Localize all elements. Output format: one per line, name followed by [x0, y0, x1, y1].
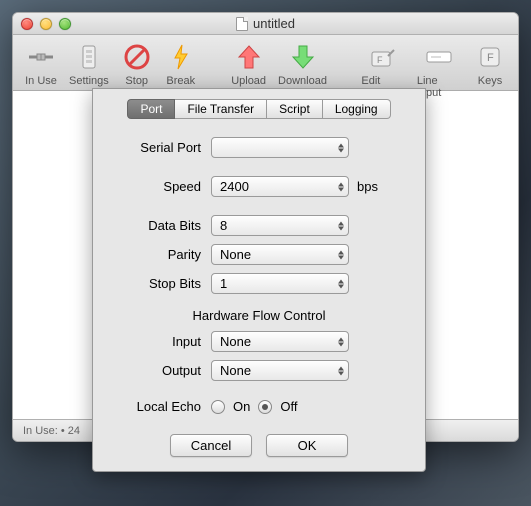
traffic-lights: [21, 18, 71, 30]
stop-bits-label: Stop Bits: [111, 276, 211, 291]
toolbar-download[interactable]: Download: [272, 39, 333, 89]
input-value: None: [220, 334, 251, 349]
tab-script[interactable]: Script: [267, 99, 323, 119]
toolbar-label: Keys: [478, 75, 502, 87]
settings-sheet: Port File Transfer Script Logging Serial…: [92, 88, 426, 472]
document-icon: [236, 17, 248, 31]
stop-bits-popup[interactable]: 1: [211, 273, 349, 294]
speed-value: 2400: [220, 179, 249, 194]
local-echo-off-radio[interactable]: [258, 400, 272, 414]
chevron-updown-icon: [338, 279, 344, 288]
tab-logging[interactable]: Logging: [323, 99, 391, 119]
output-label: Output: [111, 363, 211, 378]
tab-port[interactable]: Port: [127, 99, 175, 119]
toolbar-keys[interactable]: F Keys: [468, 39, 512, 89]
chevron-updown-icon: [338, 337, 344, 346]
data-bits-label: Data Bits: [111, 218, 211, 233]
line-input-icon: [423, 41, 455, 73]
chevron-updown-icon: [338, 182, 344, 191]
output-popup[interactable]: None: [211, 360, 349, 381]
stop-bits-value: 1: [220, 276, 227, 291]
download-icon: [287, 41, 319, 73]
input-label: Input: [111, 334, 211, 349]
window-title: untitled: [13, 16, 518, 31]
port-form: Serial Port Speed 2400 bps Data Bits: [93, 137, 425, 414]
chevron-updown-icon: [338, 221, 344, 230]
ok-button[interactable]: OK: [266, 434, 348, 457]
zoom-icon[interactable]: [59, 18, 71, 30]
output-value: None: [220, 363, 251, 378]
parity-value: None: [220, 247, 251, 262]
button-bar: Cancel OK: [93, 434, 425, 457]
toolbar-in-use[interactable]: In Use: [19, 39, 63, 89]
data-bits-value: 8: [220, 218, 227, 233]
chevron-updown-icon: [338, 250, 344, 259]
keys-icon: F: [474, 41, 506, 73]
parity-label: Parity: [111, 247, 211, 262]
input-popup[interactable]: None: [211, 331, 349, 352]
upload-icon: [233, 41, 265, 73]
serial-port-label: Serial Port: [111, 140, 211, 155]
local-echo-on-label: On: [233, 399, 250, 414]
toolbar-label: Upload: [231, 75, 266, 87]
chevron-updown-icon: [338, 143, 344, 152]
toolbar: In Use Settings Stop Break Upload: [13, 35, 518, 91]
toolbar-break[interactable]: Break: [159, 39, 203, 89]
close-icon[interactable]: [21, 18, 33, 30]
speed-popup[interactable]: 2400: [211, 176, 349, 197]
window-title-text: untitled: [253, 16, 295, 31]
toolbar-settings[interactable]: Settings: [63, 39, 115, 89]
data-bits-popup[interactable]: 8: [211, 215, 349, 236]
chevron-updown-icon: [338, 366, 344, 375]
toolbar-label: Download: [278, 75, 327, 87]
status-text: In Use: • 24: [23, 425, 80, 437]
speed-label: Speed: [111, 179, 211, 194]
parity-popup[interactable]: None: [211, 244, 349, 265]
hw-flow-title: Hardware Flow Control: [111, 308, 407, 323]
toolbar-label: Stop: [125, 75, 148, 87]
titlebar: untitled: [13, 13, 518, 35]
toolbar-upload[interactable]: Upload: [225, 39, 272, 89]
tab-file-transfer[interactable]: File Transfer: [175, 99, 267, 119]
local-echo-label: Local Echo: [111, 399, 211, 414]
speed-suffix: bps: [357, 179, 378, 194]
stop-icon: [121, 41, 153, 73]
cancel-button[interactable]: Cancel: [170, 434, 252, 457]
local-echo-off-label: Off: [280, 399, 297, 414]
toolbar-label: In Use: [25, 75, 57, 87]
local-echo-on-radio[interactable]: [211, 400, 225, 414]
toolbar-label: Settings: [69, 75, 109, 87]
toolbar-stop[interactable]: Stop: [115, 39, 159, 89]
toolbar-label: Break: [166, 75, 195, 87]
plug-icon: [25, 41, 57, 73]
break-icon: [165, 41, 197, 73]
serial-port-popup[interactable]: [211, 137, 349, 158]
svg-text:F: F: [487, 52, 494, 64]
settings-icon: [73, 41, 105, 73]
edit-keys-icon: F: [367, 41, 399, 73]
tab-bar: Port File Transfer Script Logging: [93, 99, 425, 119]
svg-text:F: F: [377, 55, 383, 65]
minimize-icon[interactable]: [40, 18, 52, 30]
